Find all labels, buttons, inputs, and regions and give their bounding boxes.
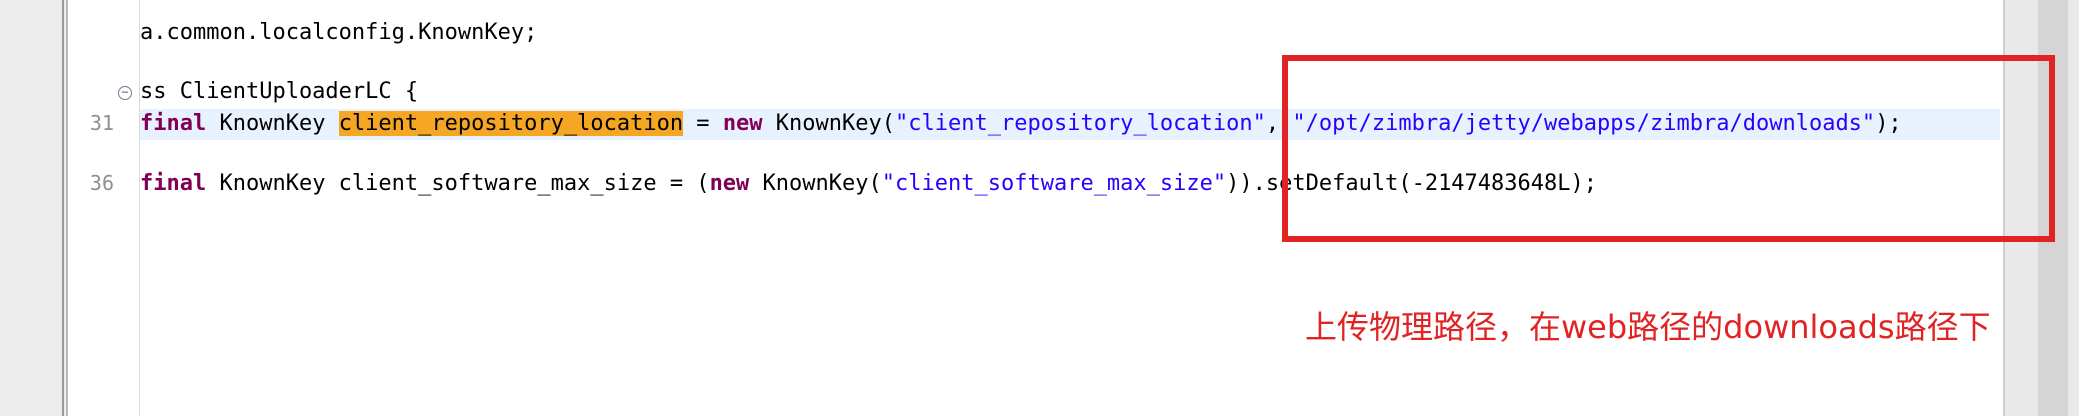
- code-line-import[interactable]: a.common.localconfig.KnownKey;: [140, 18, 537, 48]
- annotation-highlight-box: [1282, 55, 2055, 242]
- keyword-new: new: [722, 111, 763, 136]
- collapse-icon[interactable]: −: [118, 86, 132, 100]
- line-number-36: 36: [89, 171, 114, 195]
- string-literal-key: "client_repository_location": [895, 111, 1266, 136]
- editor-left-border: [0, 0, 68, 416]
- keyword-new: new: [709, 171, 750, 196]
- code-text: =: [683, 111, 723, 136]
- code-text: KnownKey(: [762, 111, 896, 136]
- annotation-text: 上传物理路径，在web路径的downloads路径下: [1305, 308, 1991, 346]
- gutter-separator: [139, 0, 140, 416]
- string-literal-key: "client_software_max_size": [881, 171, 1227, 196]
- code-text: KnownKey(: [749, 171, 882, 196]
- keyword-final: final: [140, 171, 207, 196]
- line-number-31: 31: [89, 111, 114, 135]
- keyword-final: final: [140, 111, 207, 136]
- code-text: KnownKey: [206, 111, 339, 136]
- code-line-class-declaration[interactable]: ss ClientUploaderLC {: [140, 77, 418, 107]
- line-number-gutter: [68, 0, 139, 416]
- field-name-occurrence: client_repository_location: [338, 111, 684, 136]
- code-text: KnownKey client_software_max_size = (: [206, 171, 710, 196]
